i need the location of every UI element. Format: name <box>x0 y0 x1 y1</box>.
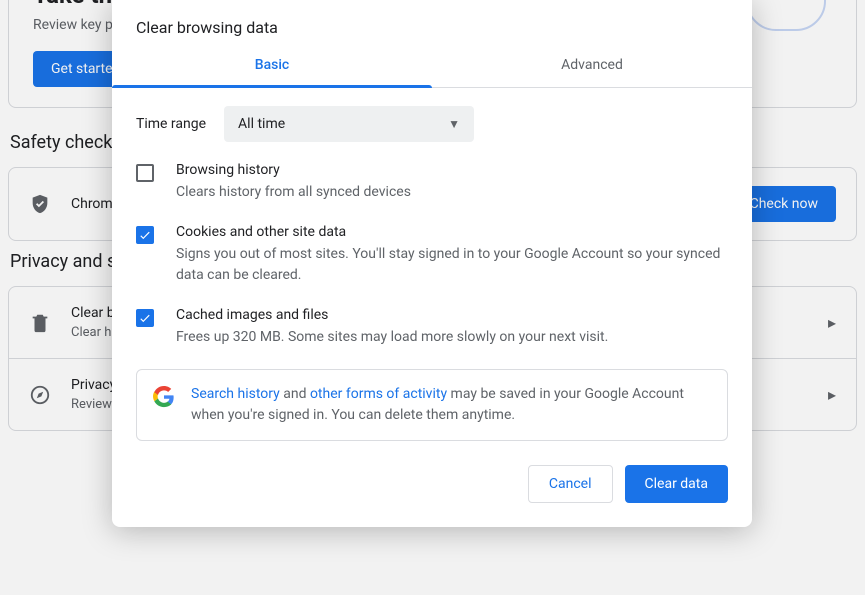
tab-advanced[interactable]: Advanced <box>432 43 752 87</box>
option-title: Cached images and files <box>176 307 608 323</box>
dropdown-triangle-icon: ▼ <box>448 117 460 131</box>
checkbox-cache[interactable] <box>136 309 154 327</box>
option-cookies: Cookies and other site data Signs you out… <box>136 224 728 285</box>
clear-browsing-data-dialog: Clear browsing data Basic Advanced Time … <box>112 0 752 527</box>
cancel-button[interactable]: Cancel <box>528 465 613 503</box>
dialog-tabs: Basic Advanced <box>112 43 752 88</box>
option-cache: Cached images and files Frees up 320 MB. … <box>136 307 728 347</box>
google-logo-icon <box>153 386 175 408</box>
time-range-label: Time range <box>136 116 206 132</box>
time-range-select[interactable]: All time ▼ <box>224 106 474 142</box>
option-sub: Signs you out of most sites. You'll stay… <box>176 244 728 285</box>
option-history: Browsing history Clears history from all … <box>136 162 728 202</box>
option-title: Cookies and other site data <box>176 224 728 240</box>
search-history-link[interactable]: Search history <box>191 386 280 402</box>
other-activity-link[interactable]: other forms of activity <box>310 386 447 402</box>
checkbox-cookies[interactable] <box>136 226 154 244</box>
option-sub: Frees up 320 MB. Some sites may load mor… <box>176 327 608 347</box>
info-text: Search history and other forms of activi… <box>191 384 711 426</box>
tab-basic[interactable]: Basic <box>112 43 432 87</box>
dialog-title: Clear browsing data <box>112 0 752 43</box>
checkbox-history[interactable] <box>136 164 154 182</box>
option-sub: Clears history from all synced devices <box>176 182 411 202</box>
google-account-info: Search history and other forms of activi… <box>136 369 728 441</box>
option-title: Browsing history <box>176 162 411 178</box>
clear-data-button[interactable]: Clear data <box>625 465 728 503</box>
time-range-value: All time <box>238 116 285 132</box>
